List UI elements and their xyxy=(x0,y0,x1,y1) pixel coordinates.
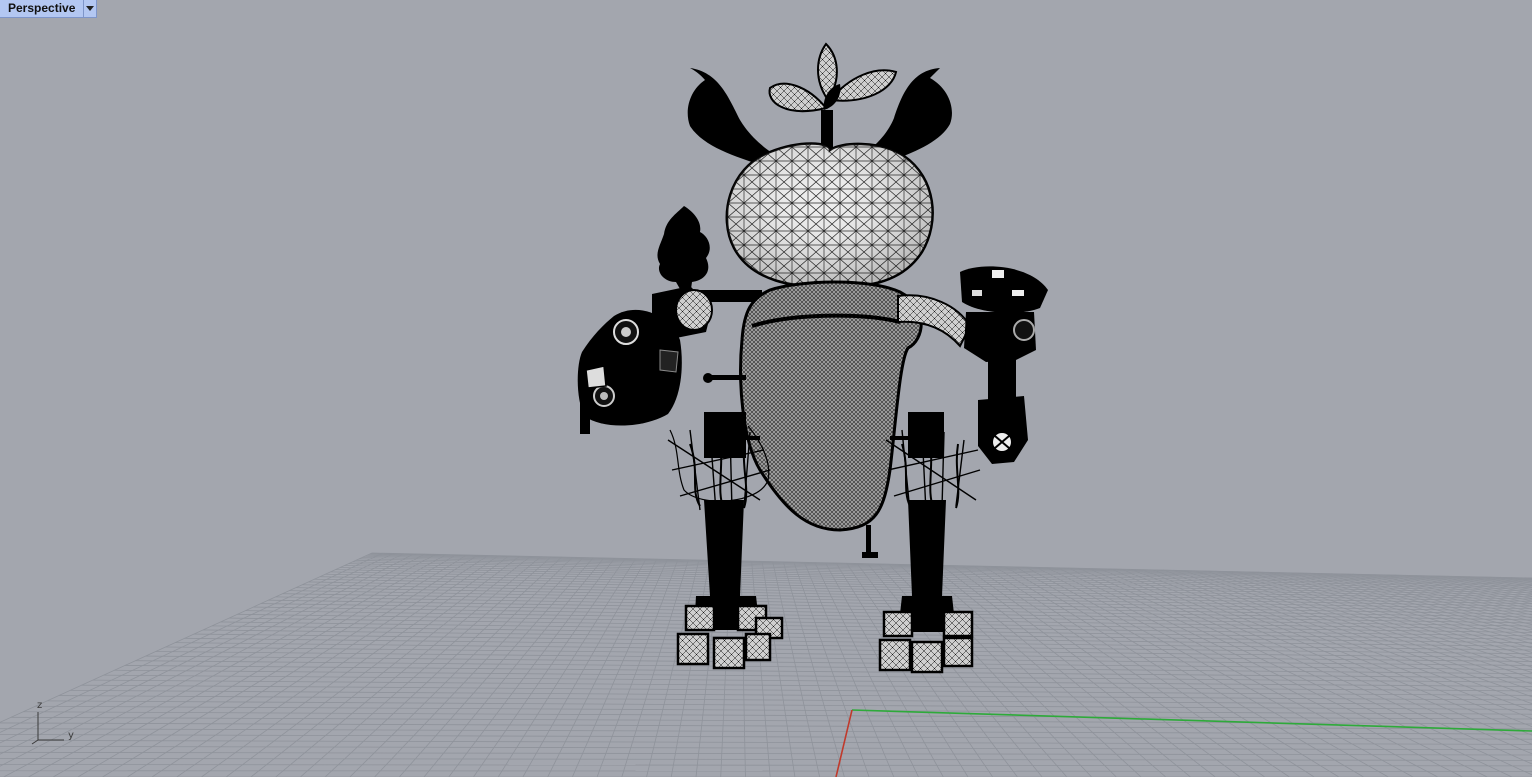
left-arm-assembly xyxy=(577,206,713,434)
right-arm-assembly xyxy=(960,266,1048,464)
y-axis-label: y xyxy=(68,730,74,741)
grid-line xyxy=(0,745,1532,751)
grid-line xyxy=(0,770,1532,772)
grid-line xyxy=(184,637,1532,655)
grid-line xyxy=(1173,569,1532,698)
grid-line xyxy=(47,700,1532,710)
grid-line xyxy=(52,554,447,777)
grid-line xyxy=(962,565,1265,777)
bottom-pin xyxy=(866,525,871,555)
grid-line xyxy=(596,559,679,777)
robot-torso xyxy=(739,280,923,532)
viewport-title-tab[interactable]: Perspective xyxy=(0,0,98,18)
grid-line xyxy=(0,757,1532,761)
viewport-menu-button[interactable] xyxy=(83,0,96,17)
head-sprout xyxy=(768,42,898,148)
grid-line xyxy=(92,679,1532,692)
robot-head xyxy=(725,142,934,288)
viewport-name-label[interactable]: Perspective xyxy=(0,0,83,17)
chevron-down-icon xyxy=(86,5,95,11)
grid-line xyxy=(58,695,1532,706)
world-axes-icon: z y xyxy=(28,700,88,750)
grid-line xyxy=(621,559,689,777)
side-pin-cap xyxy=(703,373,713,383)
grid-line xyxy=(0,734,1532,740)
grid-line xyxy=(423,557,605,777)
grid-line xyxy=(1204,570,1532,679)
grid-line xyxy=(670,560,710,777)
grid-line xyxy=(81,684,1532,696)
grid-line xyxy=(646,559,700,777)
bottom-pin-cap xyxy=(862,552,878,558)
grid-line xyxy=(0,764,1532,767)
scene-canvas[interactable] xyxy=(0,0,1532,777)
construction-grid xyxy=(0,552,1532,777)
grid-line xyxy=(571,559,668,777)
grid-line xyxy=(951,565,1241,777)
grid-line xyxy=(211,625,1532,644)
z-axis-label: z xyxy=(37,700,43,711)
y-axis-line xyxy=(835,709,853,777)
perspective-viewport[interactable]: Perspective z y xyxy=(0,0,1532,777)
